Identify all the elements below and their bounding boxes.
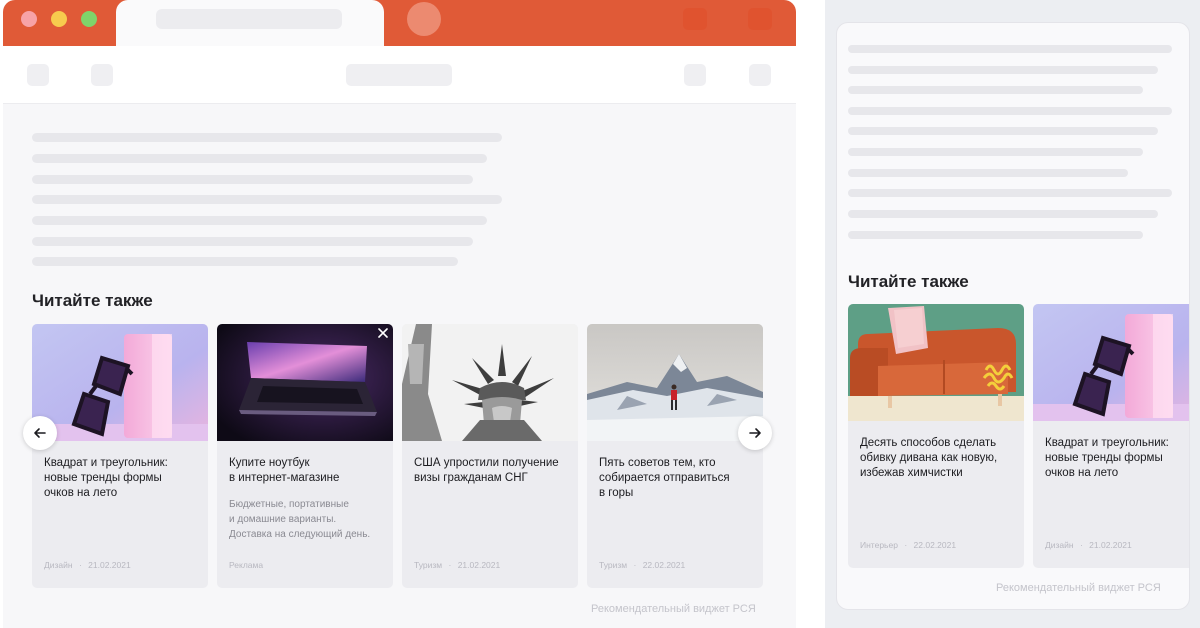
- mountain-image: [587, 324, 763, 441]
- card-meta: Туризм · 21.02.2021: [414, 560, 500, 570]
- card-title: Квадрат и треугольник: новые тренды форм…: [44, 457, 168, 499]
- card-title: Десять способов сделать обивку дивана ка…: [860, 437, 998, 479]
- article-text-line: [848, 86, 1143, 94]
- carousel-prev-button[interactable]: [23, 416, 57, 450]
- browser-toolbar: [3, 46, 796, 104]
- meta-separator: ·: [78, 560, 82, 570]
- desktop-browser-window: Читайте также Квадрат и треугольник: нов…: [3, 0, 796, 628]
- card-date: 21.02.2021: [457, 560, 501, 570]
- carousel-next-button[interactable]: [738, 416, 772, 450]
- arrow-left-icon: [34, 428, 46, 438]
- card-meta: Туризм · 22.02.2021: [599, 560, 685, 570]
- mobile-screen: Читайте также Десять способов сделать об…: [836, 22, 1190, 610]
- card-title: Купите ноутбук в интернет-магазине: [229, 457, 340, 484]
- recommendation-card[interactable]: США упростили получение визы гражданам С…: [402, 324, 578, 588]
- glasses-image: [32, 324, 208, 441]
- titlebar-menu-icon[interactable]: [748, 8, 772, 30]
- card-category: Интерьер: [860, 540, 898, 550]
- recommendation-card[interactable]: Квадрат и треугольник: новые тренды форм…: [1033, 304, 1189, 568]
- article-text-line: [32, 154, 487, 163]
- card-meta: Интерьер · 22.02.2021: [860, 540, 956, 550]
- active-browser-tab[interactable]: [116, 0, 384, 46]
- card-category: Реклама: [229, 560, 264, 570]
- article-text-line: [32, 257, 458, 266]
- card-title: США упростили получение визы гражданам С…: [414, 457, 559, 484]
- card-title: Пять советов тем, кто собирается отправи…: [599, 457, 730, 499]
- widget-caption: Рекомендательный виджет РСЯ: [591, 603, 756, 615]
- card-description: Бюджетные, портативные и домашние вариан…: [229, 499, 371, 540]
- card-category: Туризм: [599, 560, 628, 570]
- new-tab-icon[interactable]: [407, 2, 441, 36]
- article-text-line: [32, 237, 473, 246]
- card-title: Квадрат и треугольник: новые тренды форм…: [1045, 437, 1169, 479]
- window-minimize-dot[interactable]: [51, 11, 67, 27]
- recommendation-card[interactable]: Пять советов тем, кто собирается отправи…: [587, 324, 763, 588]
- article-text-line: [848, 189, 1172, 197]
- card-date: 22.02.2021: [913, 540, 957, 550]
- article-text-line: [848, 107, 1172, 115]
- meta-separator: ·: [904, 540, 908, 550]
- card-category: Дизайн: [44, 560, 73, 570]
- close-icon[interactable]: [376, 326, 390, 340]
- card-date: 22.02.2021: [642, 560, 686, 570]
- meta-separator: ·: [448, 560, 452, 570]
- sofa-image: [848, 304, 1024, 421]
- browser-titlebar: [3, 0, 796, 46]
- article-text-line: [848, 127, 1158, 135]
- window-close-dot[interactable]: [21, 11, 37, 27]
- article-text-line: [848, 231, 1143, 239]
- article-text-line: [848, 45, 1172, 53]
- arrow-right-icon: [749, 428, 761, 438]
- recommendations-heading: Читайте также: [848, 272, 969, 291]
- titlebar-action-icon[interactable]: [683, 8, 707, 30]
- extension-button[interactable]: [684, 64, 706, 86]
- recommendations-heading: Читайте также: [32, 291, 153, 310]
- browser-menu-button[interactable]: [749, 64, 771, 86]
- address-bar[interactable]: [346, 64, 452, 86]
- card-date: 21.02.2021: [88, 560, 131, 570]
- meta-separator: ·: [1079, 540, 1083, 550]
- article-text-line: [32, 216, 487, 225]
- card-date: 21.02.2021: [1089, 540, 1132, 550]
- glasses-image: [1033, 304, 1189, 421]
- meta-separator: ·: [633, 560, 637, 570]
- article-text-line: [848, 169, 1128, 177]
- article-text-line: [848, 210, 1158, 218]
- statue-of-liberty-image: [402, 324, 578, 441]
- article-text-line: [848, 66, 1158, 74]
- card-meta: Реклама: [229, 560, 263, 570]
- recommendation-card[interactable]: Квадрат и треугольник: новые тренды форм…: [32, 324, 208, 588]
- back-button[interactable]: [27, 64, 49, 86]
- article-text-line: [32, 195, 502, 204]
- article-text-line: [32, 133, 502, 142]
- laptop-image: [217, 324, 393, 441]
- article-text-line: [32, 175, 473, 184]
- tab-title-placeholder: [156, 9, 342, 29]
- recommendation-card[interactable]: Десять способов сделать обивку дивана ка…: [848, 304, 1024, 568]
- widget-caption: Рекомендательный виджет РСЯ: [996, 582, 1161, 594]
- recommendation-card-ad[interactable]: Купите ноутбук в интернет-магазине Бюдже…: [217, 324, 393, 588]
- window-maximize-dot[interactable]: [81, 11, 97, 27]
- article-text-line: [848, 148, 1143, 156]
- card-category: Туризм: [414, 560, 443, 570]
- card-meta: Дизайн · 21.02.2021: [44, 560, 131, 570]
- forward-button[interactable]: [91, 64, 113, 86]
- card-meta: Дизайн · 21.02.2021: [1045, 540, 1132, 550]
- card-category: Дизайн: [1045, 540, 1074, 550]
- screenshot-stage: Читайте также Квадрат и треугольник: нов…: [0, 0, 1200, 628]
